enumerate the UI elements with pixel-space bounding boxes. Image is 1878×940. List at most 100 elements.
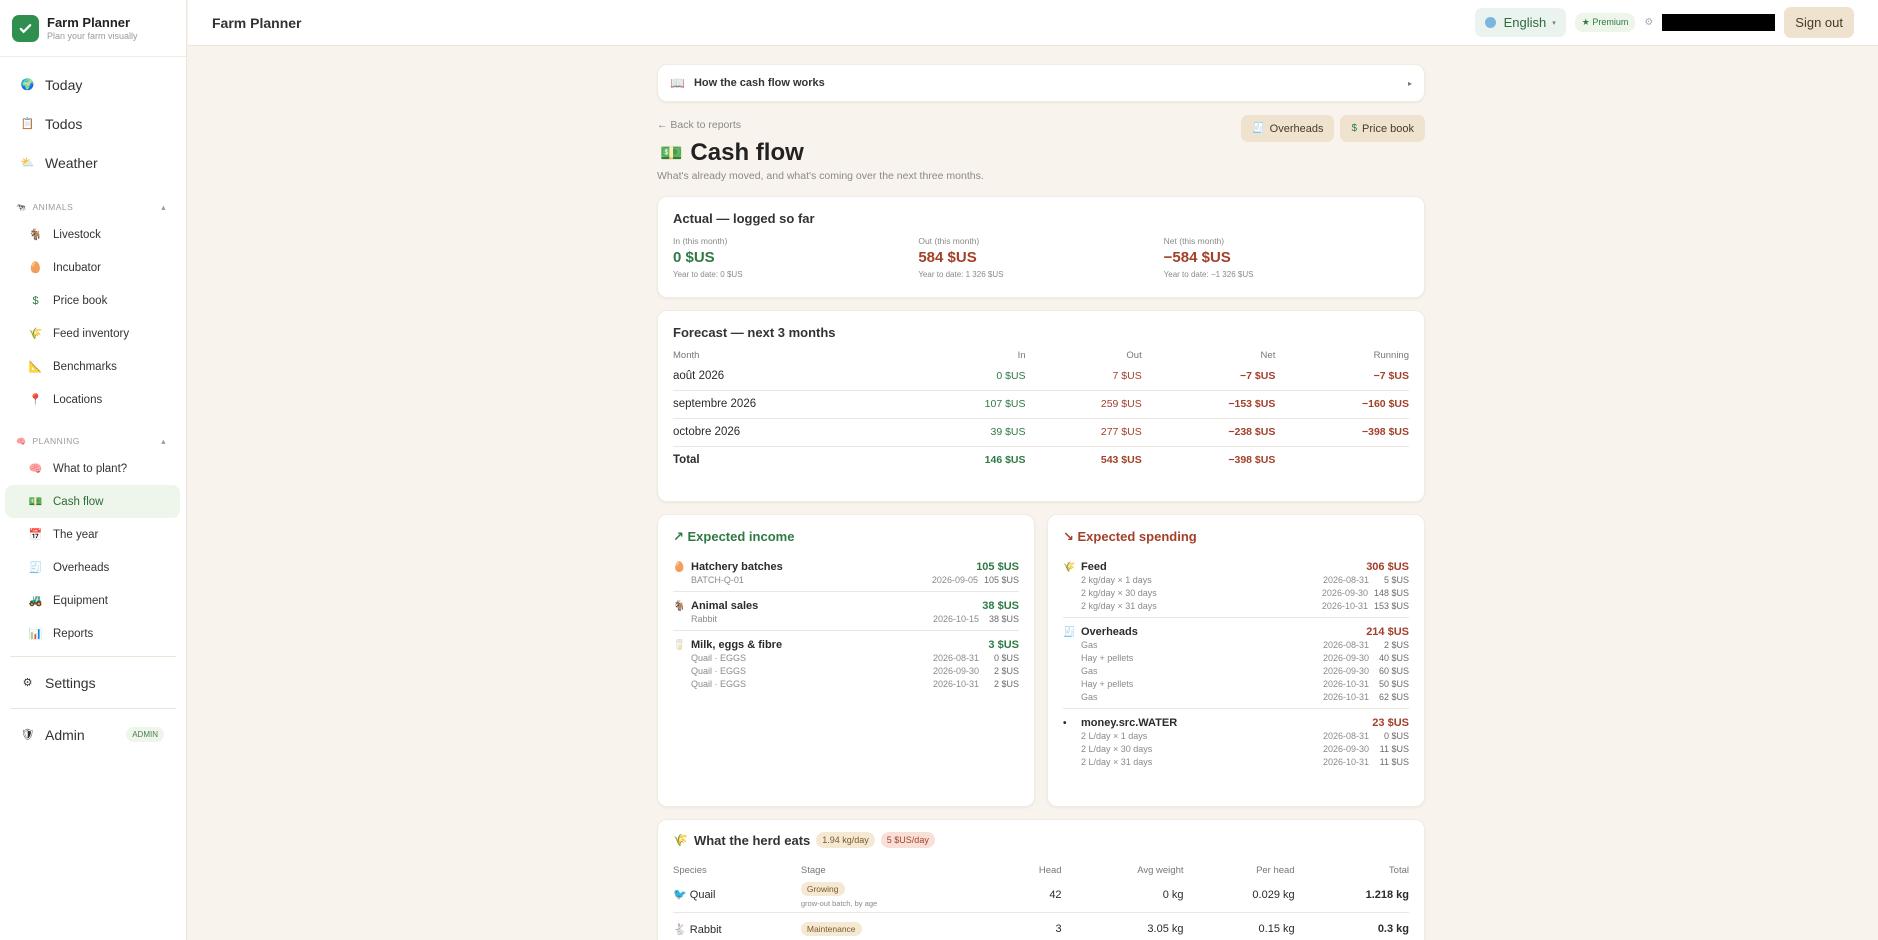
line-label: Gas	[1081, 691, 1098, 702]
cell-month: août 2026	[673, 362, 910, 391]
egg-icon: 🥚	[673, 561, 686, 573]
nav-cash-flow[interactable]: 💵 Cash flow	[5, 485, 180, 518]
sign-out-button[interactable]: Sign out	[1784, 7, 1854, 38]
grain-icon: 🌾	[673, 833, 688, 847]
nav-reports[interactable]: 📊 Reports	[5, 617, 180, 650]
line-value: 38 $US	[988, 613, 1019, 624]
nav-label: Locations	[53, 393, 103, 406]
metric-label: Out (this month)	[918, 236, 980, 246]
chart-icon: 📊	[28, 628, 43, 640]
nav-admin[interactable]: 🛡 Admin ADMIN	[5, 715, 180, 754]
line-date: 2026-08-31	[1322, 639, 1369, 650]
line-date: 2026-09-30	[1322, 743, 1369, 754]
nav-the-year[interactable]: 📅 The year	[5, 518, 180, 551]
nav-weather[interactable]: ⛅ Weather	[5, 143, 180, 182]
tractor-icon: 🚜	[28, 595, 43, 607]
nav-feed-inventory[interactable]: 🌾 Feed inventory	[5, 317, 180, 350]
cell-in: 0 $US	[909, 362, 1026, 391]
money-icon: 💵	[28, 496, 43, 508]
nav-locations[interactable]: 📍 Locations	[5, 383, 180, 416]
cell-running	[1275, 446, 1409, 474]
metric-label: In (this month)	[673, 236, 728, 246]
section-label: PLANNING	[32, 436, 80, 446]
column-header: Stage	[800, 864, 826, 876]
gear-icon: ⚙	[22, 677, 33, 689]
cell-out: 543 $US	[1100, 454, 1142, 467]
nav-label: Today	[45, 76, 83, 93]
line-item: Gas 2026-08-31 2 $US	[1063, 638, 1409, 651]
nav-today[interactable]: 🌍 Today	[5, 65, 180, 104]
line-date: 2026-10-31	[1322, 756, 1369, 767]
table-row: 🐦 Quail Growing grow-out batch, by age 42…	[673, 878, 1409, 913]
cell-net: −153 $US	[1141, 390, 1276, 419]
herd-table: Species Stage Head Avg weight Per head T…	[673, 848, 1409, 940]
income-group: 🐐 Animal sales 38 $US Rabbit 2026-10-15 38 $…	[673, 592, 1019, 631]
nav-label: Incubator	[53, 261, 101, 274]
line-item: Hay + pellets 2026-10-31 50 $US	[1063, 677, 1409, 690]
nav-incubator[interactable]: 🥚 Incubator	[5, 251, 180, 284]
language-select[interactable]: English ▾	[1474, 8, 1566, 37]
card-title: ↗ Expected income	[673, 529, 795, 544]
money-icon: 💵	[660, 142, 683, 163]
nav-livestock[interactable]: 🐐 Livestock	[5, 218, 180, 251]
collapse-icon: ▴	[161, 201, 166, 212]
brain-icon: 🧠	[28, 463, 43, 475]
line-value: 0 $US	[1383, 730, 1409, 741]
metric-net: Net (this month) −584 $US Year to date: …	[1164, 236, 1409, 279]
line-label: Gas	[1081, 639, 1098, 650]
cow-icon: 🐄	[16, 203, 27, 212]
premium-badge: ★ Premium	[1574, 13, 1636, 32]
grain-icon: 🌾	[28, 328, 43, 340]
price-book-button[interactable]: $ Price book	[1340, 115, 1425, 142]
line-label: 2 L/day × 30 days	[1081, 743, 1153, 754]
line-label: BATCH-Q-01	[691, 574, 744, 585]
section-planning[interactable]: 🧠 PLANNING ▴	[0, 430, 186, 452]
column-header: Total	[1388, 864, 1409, 876]
income-group: 🥚 Hatchery batches 105 $US BATCH-Q-01 2026-…	[673, 553, 1019, 592]
language-label: English	[1503, 15, 1547, 30]
cell-out: 7 $US	[1025, 362, 1142, 391]
overheads-button[interactable]: 🧾 Overheads	[1241, 115, 1335, 142]
nav-benchmarks[interactable]: 📐 Benchmarks	[5, 350, 180, 383]
line-item: Gas 2026-10-31 62 $US	[1063, 690, 1409, 703]
line-item: Quail · EGGS 2026-10-31 2 $US	[673, 677, 1019, 690]
chevron-down-icon: ▾	[1552, 19, 1556, 27]
line-value: 40 $US	[1378, 652, 1409, 663]
group-name: Overheads	[1081, 626, 1138, 638]
stage-badge: Maintenance	[800, 922, 862, 936]
herd-feed-card: 🌾 What the herd eats 1.94 kg/day 5 $US/d…	[657, 819, 1425, 940]
shield-icon: 🛡	[20, 729, 35, 741]
rabbit-icon: 🐇	[673, 923, 687, 936]
calendar-icon: 📅	[28, 529, 43, 541]
group-total: 3 $US	[988, 639, 1019, 651]
back-to-reports-link[interactable]: ← Back to reports	[657, 119, 741, 131]
line-item: 2 kg/day × 31 days 2026-10-31 153 $US	[1063, 599, 1409, 612]
line-date: 2026-09-30	[932, 665, 979, 676]
dollar-icon: $	[1351, 123, 1358, 134]
receipt-icon: 🧾	[1063, 626, 1076, 638]
expected-spending-card: ↘ Expected spending 🌾 Feed 306 $US 2 kg/da…	[1047, 514, 1425, 807]
gear-icon[interactable]: ⚙	[1644, 17, 1653, 28]
nav-equipment[interactable]: 🚜 Equipment	[5, 584, 180, 617]
brand[interactable]: Farm Planner Plan your farm visually	[0, 0, 186, 57]
nav-label: Overheads	[53, 561, 110, 574]
nav-label: The year	[53, 528, 99, 541]
line-item: Quail · EGGS 2026-08-31 0 $US	[673, 651, 1019, 664]
nav-what-to-plant[interactable]: 🧠 What to plant?	[5, 452, 180, 485]
nav-settings[interactable]: ⚙ Settings	[5, 663, 180, 702]
line-value: 148 $US	[1373, 587, 1409, 598]
line-value: 62 $US	[1378, 691, 1409, 702]
metric-ytd: Year to date: 1 326 $US	[918, 270, 1004, 279]
receipt-icon: 🧾	[28, 562, 43, 574]
line-date: 2026-10-31	[1322, 691, 1369, 702]
nav-price-book[interactable]: $ Price book	[5, 284, 180, 317]
line-item: BATCH-Q-01 2026-09-05 105 $US	[673, 573, 1019, 586]
cell-total: 0.3 kg	[1294, 912, 1409, 940]
line-value: 50 $US	[1378, 678, 1409, 689]
admin-badge: ADMIN	[126, 727, 164, 742]
nav-todos[interactable]: 📋 Todos	[5, 104, 180, 143]
line-value: 2 $US	[993, 665, 1019, 676]
section-animals[interactable]: 🐄 ANIMALS ▴	[0, 196, 186, 218]
line-date: 2026-08-31	[932, 652, 979, 663]
nav-overheads[interactable]: 🧾 Overheads	[5, 551, 180, 584]
